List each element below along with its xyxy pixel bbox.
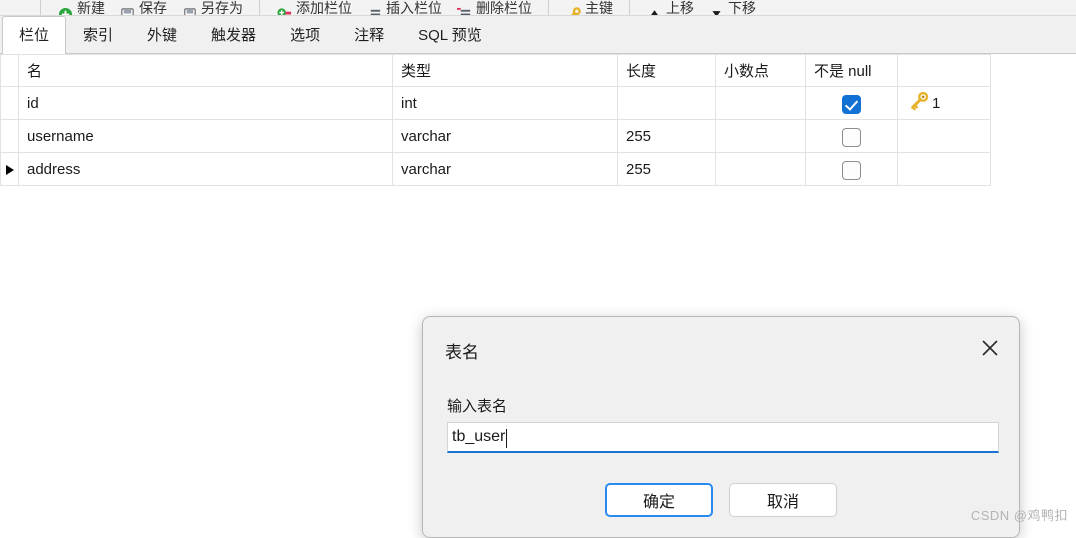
primary-key-label: 主键 — [585, 0, 613, 16]
delete-field-label: 删除栏位 — [476, 0, 532, 16]
toolbar: 新建 保存 另存为 添加栏位 插入栏位 删除栏位 主键 上移 下移 — [0, 0, 1076, 16]
table-row[interactable]: username varchar 255 — [0, 119, 991, 153]
table-name-label: 输入表名 — [447, 398, 508, 415]
cell-field-decimals[interactable] — [715, 152, 806, 186]
not-null-checkbox[interactable] — [842, 94, 861, 114]
menu-button[interactable] — [0, 0, 31, 15]
confirm-button[interactable]: 确定 — [605, 483, 713, 517]
not-null-checkbox[interactable] — [842, 160, 861, 180]
dialog-title: 表名 — [445, 343, 479, 362]
primary-key-icon — [565, 7, 581, 15]
insert-field-label: 插入栏位 — [386, 0, 442, 16]
cell-field-name[interactable]: id — [18, 86, 393, 120]
tab-indexes[interactable]: 索引 — [66, 16, 130, 53]
move-down-button[interactable]: 下移 — [701, 0, 763, 15]
table-row[interactable]: id int 1 — [0, 86, 991, 120]
tab-bar: 栏位 索引 外键 触发器 选项 注释 SQL 预览 — [0, 16, 1076, 54]
tab-foreign-keys[interactable]: 外键 — [130, 16, 194, 53]
cell-field-decimals[interactable] — [715, 86, 806, 120]
table-row[interactable]: address varchar 255 — [0, 152, 991, 186]
dialog-body: 输入表名 tb_user 确定 取消 — [423, 373, 1019, 537]
move-down-icon — [708, 7, 724, 15]
tab-comment[interactable]: 注释 — [337, 16, 401, 53]
current-row-indicator-icon — [5, 164, 14, 175]
watermark: CSDN @鸡鸭扣 — [970, 508, 1068, 523]
toolbar-group-key: 主键 — [558, 0, 620, 15]
tab-sql-preview[interactable]: SQL 预览 — [401, 16, 499, 53]
fields-grid: 名 类型 长度 小数点 不是 null id int 1 username va… — [0, 54, 991, 186]
text-caret — [506, 428, 508, 448]
column-header-not-null[interactable]: 不是 null — [805, 54, 898, 87]
cell-field-type[interactable]: varchar — [392, 119, 618, 153]
insert-field-button[interactable]: 插入栏位 — [359, 0, 449, 15]
save-label: 保存 — [139, 0, 167, 16]
toolbar-group-field: 添加栏位 插入栏位 删除栏位 — [269, 0, 539, 15]
row-marker[interactable] — [0, 119, 19, 153]
move-up-label: 上移 — [666, 0, 694, 16]
add-field-icon — [276, 7, 292, 15]
delete-field-button[interactable]: 删除栏位 — [449, 0, 539, 15]
table-name-dialog: 表名 输入表名 tb_user 确定 取消 — [422, 316, 1020, 538]
table-header-row: 名 类型 长度 小数点 不是 null — [0, 54, 991, 87]
row-marker[interactable] — [0, 86, 19, 120]
column-header-name[interactable]: 名 — [18, 54, 393, 87]
cancel-button[interactable]: 取消 — [729, 483, 837, 517]
save-as-icon — [181, 7, 197, 15]
cell-field-decimals[interactable] — [715, 119, 806, 153]
cell-field-key[interactable]: 1 — [897, 86, 991, 120]
cell-field-name[interactable]: username — [18, 119, 393, 153]
move-down-label: 下移 — [728, 0, 756, 16]
cell-field-name[interactable]: address — [18, 152, 393, 186]
dialog-button-row: 确定 取消 — [423, 483, 1019, 517]
cell-field-not-null[interactable] — [805, 119, 898, 153]
toolbar-group-move: 上移 下移 — [639, 0, 763, 15]
toolbar-separator — [629, 0, 630, 15]
close-icon — [981, 339, 999, 357]
cell-field-key[interactable] — [897, 152, 991, 186]
move-up-icon — [646, 7, 662, 15]
toolbar-separator — [40, 0, 41, 15]
tab-fields[interactable]: 栏位 — [2, 16, 67, 54]
cell-field-key[interactable] — [897, 119, 991, 153]
insert-field-icon — [366, 7, 382, 15]
column-header-length[interactable]: 长度 — [617, 54, 716, 87]
delete-field-icon — [456, 7, 472, 15]
save-as-label: 另存为 — [201, 0, 243, 16]
close-button[interactable] — [973, 331, 1007, 365]
toolbar-separator — [548, 0, 549, 15]
save-icon — [119, 7, 135, 15]
cell-field-length[interactable] — [617, 86, 716, 120]
new-button[interactable]: 新建 — [50, 0, 112, 15]
add-field-label: 添加栏位 — [296, 0, 352, 16]
toolbar-group-file: 新建 保存 另存为 — [50, 0, 250, 15]
cell-field-not-null[interactable] — [805, 152, 898, 186]
column-header-decimals[interactable]: 小数点 — [715, 54, 806, 87]
column-header-type[interactable]: 类型 — [392, 54, 618, 87]
tab-options[interactable]: 选项 — [273, 16, 337, 53]
column-header-key[interactable] — [897, 54, 991, 87]
save-button[interactable]: 保存 — [112, 0, 174, 15]
save-as-button[interactable]: 另存为 — [174, 0, 250, 15]
primary-key-button[interactable]: 主键 — [558, 0, 620, 15]
key-order-number: 1 — [932, 94, 941, 112]
cell-field-type[interactable]: varchar — [392, 152, 618, 186]
table-name-input-value: tb_user — [452, 428, 506, 445]
add-field-button[interactable]: 添加栏位 — [269, 0, 359, 15]
not-null-checkbox[interactable] — [842, 127, 861, 147]
key-icon — [908, 90, 930, 116]
table-name-input[interactable]: tb_user — [447, 422, 999, 453]
cell-field-type[interactable]: int — [392, 86, 618, 120]
toolbar-separator — [259, 0, 260, 15]
row-marker[interactable] — [0, 152, 19, 186]
new-label: 新建 — [77, 0, 105, 16]
move-up-button[interactable]: 上移 — [639, 0, 701, 15]
column-header-rowmark — [0, 54, 19, 87]
cell-field-length[interactable]: 255 — [617, 152, 716, 186]
tab-triggers[interactable]: 触发器 — [194, 16, 273, 53]
new-icon — [57, 7, 73, 15]
cell-field-length[interactable]: 255 — [617, 119, 716, 153]
cell-field-not-null[interactable] — [805, 86, 898, 120]
